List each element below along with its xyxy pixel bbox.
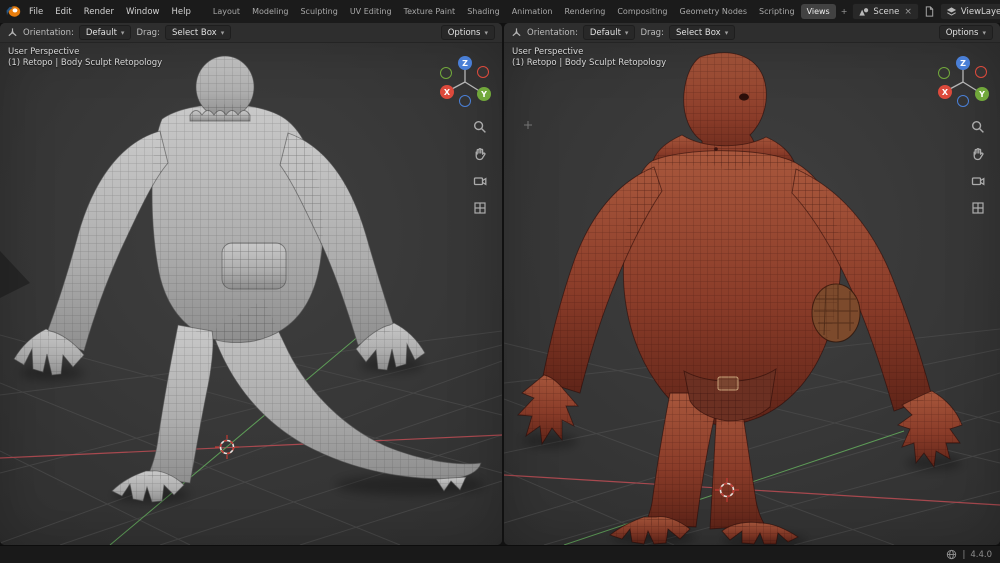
scene-right[interactable] [504,43,1000,545]
drag-dropdown[interactable]: Select Box ▾ [164,25,232,40]
viewport-left-overlay: User Perspective (1) Retopo | Body Sculp… [8,47,162,69]
view-mode-label: User Perspective [8,47,80,57]
orthographic-grid-icon[interactable] [970,200,986,216]
drag-label: Drag: [640,27,664,38]
view-mode-label: User Perspective [512,47,584,57]
options-dropdown[interactable]: Options ▾ [938,25,993,40]
workspace-tabs: Layout Modeling Sculpting UV Editing Tex… [207,4,853,19]
view-layer-icon [946,6,957,17]
gizmo-y-neg-axis[interactable] [938,67,950,79]
viewport-right-header: Orientation: Default ▾ Drag: Select Box … [504,23,1000,43]
hand-icon[interactable] [970,146,986,162]
workspace-tab-compositing[interactable]: Compositing [611,4,673,19]
workspace-tab-shading[interactable]: Shading [461,4,506,19]
zoom-icon[interactable] [472,119,488,135]
workspace-tab-geometry-nodes[interactable]: Geometry Nodes [674,4,753,19]
workspace-tab-uv-editing[interactable]: UV Editing [344,4,398,19]
orientation-label: Orientation: [23,27,74,38]
topbar: File Edit Render Window Help Layout Mode… [0,0,1000,23]
gizmo-z-neg-axis[interactable] [459,95,471,107]
new-scene-icon[interactable] [924,6,935,17]
orientation-label: Orientation: [527,27,578,38]
svg-text:Z: Z [960,59,966,68]
workspace-tab-animation[interactable]: Animation [506,4,559,19]
scene-unlink-icon[interactable]: × [903,7,913,17]
svg-text:X: X [444,88,451,97]
camera-icon[interactable] [472,173,488,189]
chevron-down-icon: ▾ [724,28,729,37]
gizmo-x-neg-axis[interactable] [477,66,489,78]
creature-nostril [714,147,718,151]
workspace-tab-rendering[interactable]: Rendering [558,4,611,19]
active-object-label: (1) Retopo | Body Sculpt Retopology [512,58,667,68]
menu-file[interactable]: File [23,4,49,20]
camera-icon[interactable] [970,173,986,189]
chevron-down-icon: ▾ [120,28,125,37]
zoom-icon[interactable] [970,119,986,135]
menu-edit[interactable]: Edit [49,4,77,20]
topbar-right: Scene × ViewLayer × [852,3,1000,20]
navigation-gizmo[interactable]: Z X Y [436,53,494,111]
orthographic-grid-icon[interactable] [472,200,488,216]
gizmo-z-neg-axis[interactable] [957,95,969,107]
menu-help[interactable]: Help [165,4,196,20]
viewport-left-canvas[interactable]: User Perspective (1) Retopo | Body Sculp… [0,43,502,545]
menu-bar: File Edit Render Window Help [23,4,197,20]
view-layer-name: ViewLayer [960,6,1000,17]
svg-text:Y: Y [480,90,487,99]
drag-dropdown[interactable]: Select Box ▾ [668,25,736,40]
globe-icon [946,549,957,560]
gizmo-x-neg-axis[interactable] [975,66,987,78]
chevron-down-icon: ▾ [220,28,225,37]
svg-text:X: X [942,88,949,97]
statusbar: | 4.4.0 [0,545,1000,563]
svg-text:Y: Y [978,90,985,99]
workspace-tab-sculpting[interactable]: Sculpting [294,4,343,19]
scene-left[interactable] [0,43,502,545]
menu-window[interactable]: Window [120,4,166,20]
active-object-label: (1) Retopo | Body Sculpt Retopology [8,58,163,68]
options-dropdown[interactable]: Options ▾ [440,25,495,40]
workspace-tab-texture-paint[interactable]: Texture Paint [398,4,462,19]
svg-text:Z: Z [462,59,468,68]
hand-icon[interactable] [472,146,488,162]
scene-selector[interactable]: Scene × [852,3,919,20]
viewport-left-tools [472,119,488,216]
version-label: 4.4.0 [970,549,992,560]
creature-eye [739,93,749,101]
chevron-down-icon: ▾ [484,28,488,37]
transform-orientation-icon [511,27,522,38]
scene-name: Scene [873,6,900,17]
viewport-left-header: Orientation: Default ▾ Drag: Select Box … [0,23,502,43]
status-separator: | [962,549,966,560]
drag-label: Drag: [136,27,160,38]
gizmo-y-neg-axis[interactable] [440,67,452,79]
chevron-down-icon: ▾ [624,28,629,37]
workspace-tab-views[interactable]: Views [800,4,836,19]
navigation-gizmo[interactable]: Z X Y [934,53,992,111]
viewport-right: Orientation: Default ▾ Drag: Select Box … [504,23,1000,545]
view-layer-selector[interactable]: ViewLayer × [939,3,1000,20]
scene-icon [858,6,869,17]
viewport-left: Orientation: Default ▾ Drag: Select Box … [0,23,502,545]
transform-orientation-icon [7,27,18,38]
workspace-tab-layout[interactable]: Layout [207,4,246,19]
menu-render[interactable]: Render [78,4,120,20]
orientation-dropdown[interactable]: Default ▾ [78,25,132,40]
viewport-right-overlay: User Perspective (1) Retopo | Body Sculp… [512,47,666,69]
viewport-right-tools [970,119,986,216]
orientation-dropdown[interactable]: Default ▾ [582,25,636,40]
workspace-tab-modeling[interactable]: Modeling [246,4,294,19]
blender-logo-icon[interactable] [6,4,21,20]
add-workspace-button[interactable]: + [836,4,853,19]
workspace-tab-scripting[interactable]: Scripting [753,4,801,19]
chevron-down-icon: ▾ [982,28,986,37]
viewport-right-canvas[interactable]: User Perspective (1) Retopo | Body Sculp… [504,43,1000,545]
